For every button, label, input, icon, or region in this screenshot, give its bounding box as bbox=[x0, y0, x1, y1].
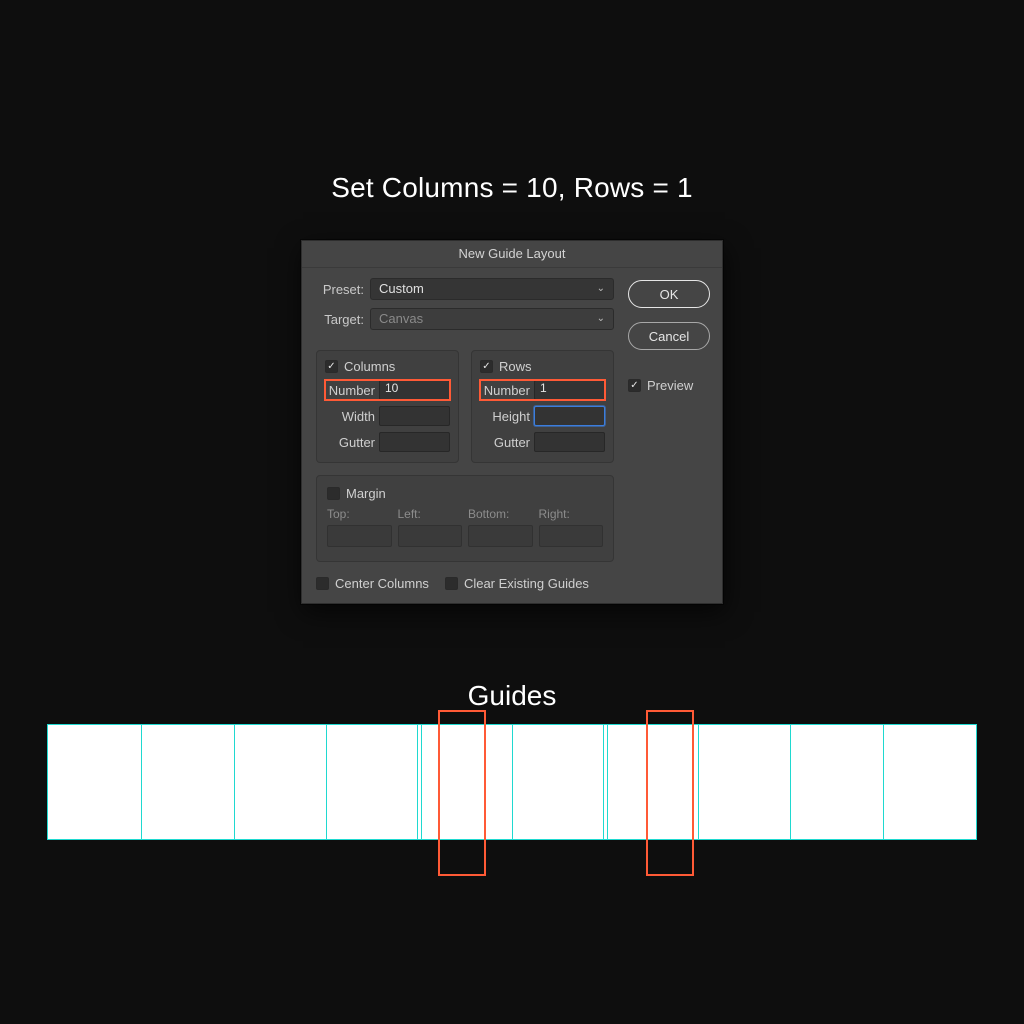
margin-left-input[interactable] bbox=[398, 525, 463, 547]
margin-left-label: Left: bbox=[398, 507, 463, 521]
columns-section-label: Columns bbox=[344, 359, 395, 374]
center-columns-checkbox[interactable] bbox=[316, 577, 329, 590]
callout-box bbox=[646, 710, 694, 876]
clear-guides-label: Clear Existing Guides bbox=[464, 576, 589, 591]
guide-line bbox=[512, 725, 513, 839]
margin-panel: Margin Top: Left: Bottom: bbox=[316, 475, 614, 562]
rows-number-row: Number 1 bbox=[480, 380, 605, 400]
rows-checkbox[interactable]: ✓ bbox=[480, 360, 493, 373]
rows-section-label: Rows bbox=[499, 359, 532, 374]
guides-canvas bbox=[48, 725, 976, 839]
guide-line bbox=[790, 725, 791, 839]
guide-line bbox=[141, 725, 142, 839]
instruction-text: Set Columns = 10, Rows = 1 bbox=[0, 172, 1024, 204]
preview-label: Preview bbox=[647, 378, 693, 393]
margin-right-label: Right: bbox=[539, 507, 604, 521]
margin-bottom-input[interactable] bbox=[468, 525, 533, 547]
margin-bottom-label: Bottom: bbox=[468, 507, 533, 521]
columns-number-input[interactable]: 10 bbox=[379, 380, 450, 400]
chevron-down-icon: ⌄ bbox=[597, 279, 605, 299]
guide-line bbox=[603, 725, 604, 839]
margin-checkbox[interactable] bbox=[327, 487, 340, 500]
chevron-down-icon: ⌄ bbox=[597, 309, 605, 329]
guides-heading: Guides bbox=[0, 680, 1024, 712]
rows-number-label: Number bbox=[480, 383, 530, 398]
rows-height-input[interactable] bbox=[534, 406, 605, 426]
columns-number-label: Number bbox=[325, 383, 375, 398]
columns-panel: ✓ Columns Number 10 Width Gutter bbox=[316, 350, 459, 463]
guide-line bbox=[883, 725, 884, 839]
guide-line bbox=[234, 725, 235, 839]
columns-gutter-input[interactable] bbox=[379, 432, 450, 452]
columns-number-row: Number 10 bbox=[325, 380, 450, 400]
preset-select[interactable]: Custom ⌄ bbox=[370, 278, 614, 300]
columns-checkbox[interactable]: ✓ bbox=[325, 360, 338, 373]
rows-gutter-label: Gutter bbox=[480, 435, 530, 450]
margin-section-label: Margin bbox=[346, 486, 386, 501]
preview-checkbox[interactable]: ✓ bbox=[628, 379, 641, 392]
guide-line bbox=[421, 725, 422, 839]
guide-line bbox=[698, 725, 699, 839]
new-guide-layout-dialog: New Guide Layout Preset: Custom ⌄ Target… bbox=[301, 240, 723, 604]
dialog-title: New Guide Layout bbox=[302, 241, 722, 268]
rows-height-label: Height bbox=[480, 409, 530, 424]
target-select: Canvas ⌄ bbox=[370, 308, 614, 330]
clear-guides-checkbox[interactable] bbox=[445, 577, 458, 590]
rows-number-input[interactable]: 1 bbox=[534, 380, 605, 400]
preset-value: Custom bbox=[379, 279, 424, 299]
cancel-button[interactable]: Cancel bbox=[628, 322, 710, 350]
guide-line bbox=[417, 725, 418, 839]
columns-width-input[interactable] bbox=[379, 406, 450, 426]
preset-label: Preset: bbox=[316, 282, 364, 297]
rows-gutter-input[interactable] bbox=[534, 432, 605, 452]
margin-top-label: Top: bbox=[327, 507, 392, 521]
ok-button[interactable]: OK bbox=[628, 280, 710, 308]
margin-right-input[interactable] bbox=[539, 525, 604, 547]
target-label: Target: bbox=[316, 312, 364, 327]
columns-width-label: Width bbox=[325, 409, 375, 424]
callout-box bbox=[438, 710, 486, 876]
target-value: Canvas bbox=[379, 309, 423, 329]
guide-line bbox=[326, 725, 327, 839]
rows-panel: ✓ Rows Number 1 Height Gutter bbox=[471, 350, 614, 463]
columns-gutter-label: Gutter bbox=[325, 435, 375, 450]
margin-top-input[interactable] bbox=[327, 525, 392, 547]
center-columns-label: Center Columns bbox=[335, 576, 429, 591]
guide-line bbox=[607, 725, 608, 839]
